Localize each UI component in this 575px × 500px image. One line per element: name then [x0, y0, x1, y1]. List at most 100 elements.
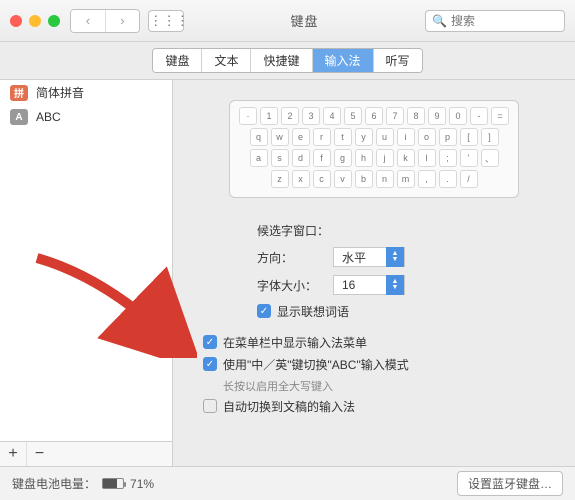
- keyboard-key: 9: [428, 107, 446, 125]
- input-source-item[interactable]: 拼简体拼音: [0, 80, 172, 105]
- tabs-row: 键盘文本快捷键输入法听写: [0, 42, 575, 80]
- candidate-section-label: 候选字窗口：: [257, 222, 329, 239]
- keyboard-key: f: [313, 149, 331, 167]
- chevron-updown-icon: ▲▼: [386, 247, 404, 267]
- tab-听写[interactable]: 听写: [373, 49, 422, 72]
- input-source-badge: A: [10, 109, 28, 125]
- keyboard-key: a: [250, 149, 268, 167]
- main: 拼简体拼音AABC + − ·1234567890-=qwertyuiop[]a…: [0, 80, 575, 466]
- keyboard-key: y: [355, 128, 373, 146]
- keyboard-key: r: [313, 128, 331, 146]
- keyboard-key: ·: [239, 107, 257, 125]
- keyboard-key: e: [292, 128, 310, 146]
- tab-快捷键[interactable]: 快捷键: [250, 49, 311, 72]
- fontsize-value: 16: [334, 278, 386, 292]
- keyboard-key: ': [460, 149, 478, 167]
- keyboard-key: .: [439, 170, 457, 188]
- tab-键盘[interactable]: 键盘: [153, 49, 201, 72]
- input-source-label: ABC: [36, 110, 61, 124]
- keyboard-key: l: [418, 149, 436, 167]
- direction-select[interactable]: 水平 ▲▼: [333, 247, 405, 267]
- titlebar: ‹ › ⋮⋮⋮ 键盘 🔍: [0, 0, 575, 42]
- zoom-button[interactable]: [48, 15, 60, 27]
- keyboard-key: u: [376, 128, 394, 146]
- keyboard-key: g: [334, 149, 352, 167]
- chevron-updown-icon: ▲▼: [386, 275, 404, 295]
- show-in-menubar-checkbox[interactable]: ✓: [203, 335, 217, 349]
- auto-switch-label: 自动切换到文稿的输入法: [223, 398, 355, 415]
- back-button[interactable]: ‹: [71, 10, 105, 32]
- bluetooth-keyboard-button[interactable]: 设置蓝牙键盘…: [457, 471, 563, 496]
- keyboard-key: 3: [302, 107, 320, 125]
- window-controls: [10, 15, 60, 27]
- fontsize-label: 字体大小：: [257, 277, 333, 294]
- input-sources-list: 拼简体拼音 A ABC: [0, 80, 172, 441]
- keyboard-key: 、: [481, 149, 499, 167]
- keyboard-key: h: [355, 149, 373, 167]
- keyboard-key: s: [271, 149, 289, 167]
- search-icon: 🔍: [432, 14, 447, 28]
- keyboard-key: 1: [260, 107, 278, 125]
- cn-en-switch-label: 使用"中／英"键切换"ABC"输入模式: [223, 356, 409, 373]
- battery-percent: 71%: [130, 477, 154, 491]
- tab-输入法[interactable]: 输入法: [312, 49, 373, 72]
- keyboard-key: ,: [418, 170, 436, 188]
- keyboard-key: 6: [365, 107, 383, 125]
- keyboard-key: z: [271, 170, 289, 188]
- keyboard-key: -: [470, 107, 488, 125]
- keyboard-key: o: [418, 128, 436, 146]
- keyboard-key: ]: [481, 128, 499, 146]
- fontsize-select[interactable]: 16 ▲▼: [333, 275, 405, 295]
- minimize-button[interactable]: [29, 15, 41, 27]
- add-remove-bar: + −: [0, 441, 172, 466]
- show-all-prefs-button[interactable]: ⋮⋮⋮: [148, 10, 184, 32]
- keyboard-key: x: [292, 170, 310, 188]
- battery-label: 键盘电池电量：: [12, 475, 96, 492]
- keyboard-key: 0: [449, 107, 467, 125]
- input-source-item[interactable]: A ABC: [0, 105, 172, 129]
- window-title: 键盘: [184, 11, 425, 30]
- show-in-menubar-label: 在菜单栏中显示输入法菜单: [223, 334, 367, 351]
- keyboard-key: i: [397, 128, 415, 146]
- keyboard-key: =: [491, 107, 509, 125]
- show-associations-label: 显示联想词语: [277, 303, 349, 320]
- keyboard-key: /: [460, 170, 478, 188]
- keyboard-key: 2: [281, 107, 299, 125]
- auto-switch-checkbox[interactable]: [203, 399, 217, 413]
- keyboard-key: w: [271, 128, 289, 146]
- detail-pane: ·1234567890-=qwertyuiop[]asdfghjkl;'、zxc…: [173, 80, 575, 466]
- tab-文本[interactable]: 文本: [201, 49, 250, 72]
- tabs: 键盘文本快捷键输入法听写: [152, 48, 422, 73]
- forward-button[interactable]: ›: [105, 10, 139, 32]
- keyboard-key: n: [376, 170, 394, 188]
- keyboard-key: 8: [407, 107, 425, 125]
- keyboard-key: c: [313, 170, 331, 188]
- nav-back-forward: ‹ ›: [70, 9, 140, 33]
- remove-input-source-button[interactable]: −: [26, 442, 52, 466]
- close-button[interactable]: [10, 15, 22, 27]
- keyboard-key: k: [397, 149, 415, 167]
- search-input[interactable]: [451, 14, 558, 28]
- keyboard-key: v: [334, 170, 352, 188]
- cn-en-switch-checkbox[interactable]: ✓: [203, 357, 217, 371]
- keyboard-key: 7: [386, 107, 404, 125]
- keyboard-preview: ·1234567890-=qwertyuiop[]asdfghjkl;'、zxc…: [229, 100, 519, 198]
- battery-icon: [102, 478, 124, 489]
- keyboard-key: q: [250, 128, 268, 146]
- keyboard-key: p: [439, 128, 457, 146]
- battery-status: 键盘电池电量： 71%: [12, 475, 154, 492]
- sidebar: 拼简体拼音 A ABC + −: [0, 80, 173, 466]
- cn-en-hint: 长按以启用全大写键入: [223, 378, 553, 394]
- keyboard-key: ;: [439, 149, 457, 167]
- input-source-label: 简体拼音: [36, 84, 84, 101]
- footer: 键盘电池电量： 71% 设置蓝牙键盘…: [0, 466, 575, 500]
- direction-label: 方向：: [257, 249, 333, 266]
- search-field[interactable]: 🔍: [425, 10, 565, 32]
- keyboard-key: m: [397, 170, 415, 188]
- keyboard-key: d: [292, 149, 310, 167]
- add-input-source-button[interactable]: +: [0, 442, 26, 466]
- keyboard-key: b: [355, 170, 373, 188]
- keyboard-key: t: [334, 128, 352, 146]
- show-associations-checkbox[interactable]: ✓: [257, 304, 271, 318]
- input-source-badge: 拼: [10, 85, 28, 101]
